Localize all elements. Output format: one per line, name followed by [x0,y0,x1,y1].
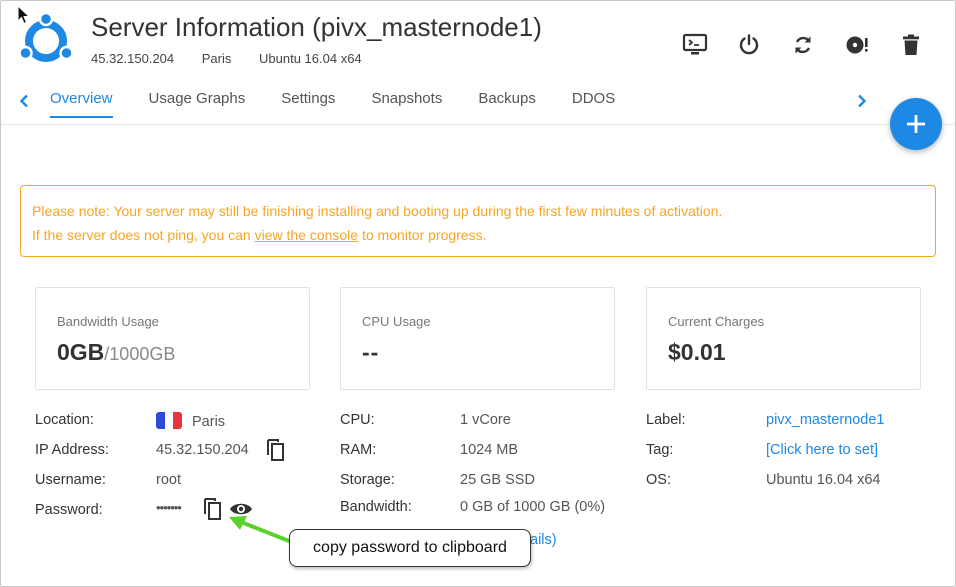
flag-stripe-red [173,412,182,429]
tab-overview[interactable]: Overview [50,90,113,118]
copy-ip-icon[interactable] [265,438,285,462]
flag-stripe-blue [156,412,165,429]
server-logo-icon [18,13,74,62]
bandwidth-total: /1000GB [104,344,176,364]
bandwidth-used: 0GB [57,339,105,365]
notice-line-2-prefix: If the server does not ping, you can [32,227,255,243]
copy-password-callout: copy password to clipboard [289,529,531,567]
password-value: ••••••• [156,500,182,515]
chevron-left-icon [19,94,28,108]
app-window: Server Information (pivx_masternode1) 45… [0,0,956,587]
bandwidth-value: 0 GB of 1000 GB (0%) [460,499,606,515]
bandwidth-label: Bandwidth: [340,499,412,515]
ram-value: 1024 MB [460,442,519,458]
notice-line-2: If the server does not ping, you can vie… [32,223,924,247]
console-button[interactable] [681,31,709,59]
tabs-scroll-left-button[interactable] [15,90,33,112]
trash-icon [903,34,919,55]
location-text: Paris [192,414,226,430]
bandwidth-usage-value: 0GB/1000GB [57,339,288,366]
tabs-scroll-right-button[interactable] [853,90,871,112]
page-title: Server Information (pivx_masternode1) [91,12,542,42]
activation-notice: Please note: Your server may still be fi… [20,185,936,257]
details-link[interactable]: ails) [530,532,557,548]
password-label: Password: [35,502,103,518]
tab-ddos[interactable]: DDOS [572,90,615,118]
storage-value: 25 GB SSD [460,472,535,488]
tab-settings[interactable]: Settings [281,90,335,118]
header-ip: 45.32.150.204 [91,51,175,66]
add-button[interactable] [890,98,942,150]
annotation-arrow-icon [229,516,291,543]
chevron-right-icon [858,94,867,108]
cpu-usage-label: CPU Usage [362,314,431,329]
current-charges-label: Current Charges [668,314,765,329]
set-tag-link[interactable]: [Click here to set] [766,442,878,458]
reinstall-button[interactable] [843,31,871,59]
current-charges-value: $0.01 [668,339,726,365]
france-flag-icon [156,412,182,429]
copy-password-icon[interactable] [202,497,222,521]
tab-bar: Overview Usage Graphs Settings Snapshots Bac… [1,85,955,125]
notice-line-1: Please note: Your server may still be fi… [32,203,723,219]
ip-address-label: IP Address: [35,442,109,458]
header-location: Paris [201,51,232,66]
flag-stripe-white [164,412,174,429]
os-label: OS: [646,472,671,488]
location-label: Location: [35,412,94,428]
cpu-value: 1 vCore [460,412,511,428]
tab-list: Overview Usage Graphs Settings Snapshots Bac… [50,90,651,118]
ram-label: RAM: [340,442,377,458]
current-charges-card: Current Charges $0.01 [646,287,921,390]
delete-button[interactable] [897,31,925,59]
location-value: Paris [156,412,225,430]
cpu-usage-card: CPU Usage -- [340,287,615,390]
os-value: Ubuntu 16.04 x64 [766,472,881,488]
tab-backups[interactable]: Backups [478,90,536,118]
restart-icon [795,36,811,54]
view-console-link[interactable]: view the console [255,227,359,243]
tab-usage-graphs[interactable]: Usage Graphs [149,90,246,118]
cpu-label: CPU: [340,412,375,428]
header-os: Ubuntu 16.04 x64 [259,51,362,66]
server-label-link[interactable]: pivx_masternode1 [766,412,885,428]
bandwidth-usage-label: Bandwidth Usage [57,314,159,329]
ip-address-value: 45.32.150.204 [156,442,249,458]
server-subinfo: 45.32.150.204 Paris Ubuntu 16.04 x64 [91,51,386,66]
username-label: Username: [35,472,106,488]
power-icon [739,34,759,55]
cpu-usage-value: -- [362,339,380,365]
tag-label: Tag: [646,442,674,458]
notice-line-2-suffix: to monitor progress. [358,227,487,243]
tab-snapshots[interactable]: Snapshots [371,90,442,118]
server-toolbar [681,31,925,59]
plus-icon [907,115,925,133]
restart-button[interactable] [789,31,817,59]
power-button[interactable] [735,31,763,59]
bandwidth-usage-card: Bandwidth Usage 0GB/1000GB [35,287,310,390]
console-icon [682,33,708,55]
username-value: root [156,472,181,488]
reinstall-icon [846,36,868,54]
label-label: Label: [646,412,686,428]
storage-label: Storage: [340,472,395,488]
